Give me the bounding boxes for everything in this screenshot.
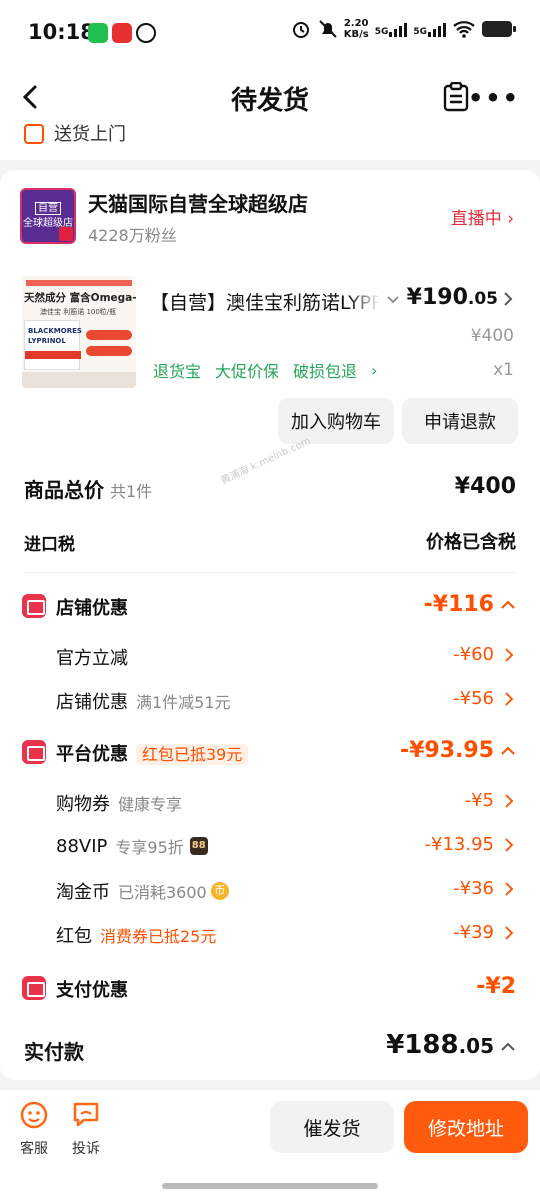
taojinbi-sub: 已消耗3600 [118, 883, 207, 902]
chevron-up-icon[interactable] [500, 744, 516, 758]
discount-item-taojinbi: 淘金币 已消耗3600 币 [56, 878, 229, 904]
discount-value-taojinbi: -¥36 [453, 878, 494, 899]
shop-logo[interactable]: 自营 全球超级店 [20, 188, 76, 244]
chevron-right-icon[interactable] [504, 881, 514, 897]
discount-value-store: -¥56 [453, 688, 494, 709]
watermark: 黄浦海 k.melnb.com [219, 435, 313, 488]
discount-value-88vip: -¥13.95 [424, 834, 494, 855]
store-discount-rule: 满1件减51元 [136, 693, 231, 712]
delivery-option-strip: 送货上门 [0, 118, 540, 160]
chevron-right-icon[interactable] [502, 291, 514, 307]
divider [24, 572, 516, 573]
signal-sim1: 5G [375, 21, 408, 37]
customer-service-icon [20, 1101, 48, 1129]
product-title[interactable]: 【自营】澳佳宝利筋诺LYPRINOL [150, 288, 380, 315]
product-box: BLACKMORES LYPRINOL [24, 320, 82, 370]
import-tax-label: 进口税 [24, 535, 75, 555]
payment-discount-title: 支付优惠 [56, 980, 128, 1001]
payment-discount-value: -¥2 [476, 974, 516, 999]
request-refund-button[interactable]: 申请退款 [402, 398, 518, 444]
coupon-sub: 健康专享 [118, 795, 183, 814]
live-link[interactable]: 直播中 › [451, 204, 514, 229]
total-price-label: 商品总价 共1件 [24, 478, 153, 502]
original-price: ¥400 [470, 326, 514, 346]
product-image-headline: 天然成分 富含Omega-3 [24, 292, 136, 304]
more-menu-icon[interactable]: ••• [468, 84, 520, 112]
battery-icon [482, 21, 516, 37]
discount-item-official: 官方立减 [56, 648, 128, 669]
chevron-right-icon[interactable] [504, 793, 514, 809]
customer-service-button[interactable]: 客服 [14, 1100, 54, 1158]
checkbox-icon[interactable] [24, 124, 44, 144]
discount-value-official: -¥60 [453, 644, 494, 665]
live-tag-icon [59, 227, 73, 241]
customer-service-label: 客服 [20, 1141, 48, 1157]
service-returns: 退货宝 [153, 362, 202, 381]
product-quantity: x1 [493, 360, 514, 380]
alarm-icon [292, 22, 309, 38]
delivery-option-label: 送货上门 [54, 124, 126, 145]
status-right: 2.20 KB/s 5G 5G [290, 18, 516, 40]
product-image[interactable]: 天然成分 富含Omega-3 澳佳宝 利筋诺 100粒/瓶 BLACKMORES… [22, 276, 136, 388]
actual-payment-value: ¥188.05 [386, 1030, 494, 1060]
status-bar: 10:18 2.20 KB/s 5G 5G [0, 0, 540, 62]
signal-sim2: 5G [413, 21, 446, 37]
redpack-sub: 消费券已抵25元 [100, 927, 217, 946]
qq-icon [136, 23, 156, 43]
import-tax-value: 价格已含税 [426, 532, 516, 553]
payment-discount-icon [22, 976, 46, 1000]
wifi-icon [453, 21, 475, 38]
store-discount-icon [22, 594, 46, 618]
chevron-right-icon[interactable] [504, 837, 514, 853]
weibo-icon [112, 23, 132, 43]
total-price-value: ¥400 [454, 474, 516, 499]
service-damage-return: 破损包退 [293, 362, 358, 381]
chevron-up-icon[interactable] [500, 598, 516, 612]
wechat-icon [88, 23, 108, 43]
chevron-down-icon[interactable] [386, 292, 400, 306]
chevron-right-icon[interactable] [504, 691, 514, 707]
discount-item-88vip: 88VIP 专享95折 88 [56, 834, 208, 858]
shop-name[interactable]: 天猫国际自营全球超级店 [88, 188, 308, 217]
discount-item-coupon: 购物券 健康专享 [56, 790, 182, 816]
order-card: 自营 全球超级店 天猫国际自营全球超级店 4228万粉丝 直播中 › 天然成分 … [0, 170, 540, 1080]
urge-shipping-button[interactable]: 催发货 [270, 1101, 394, 1153]
order-clipboard-icon[interactable] [442, 82, 470, 112]
chevron-right-icon[interactable] [504, 925, 514, 941]
coin-icon: 币 [210, 882, 229, 900]
store-discount-title: 店铺优惠 [56, 598, 128, 619]
shop-fans: 4228万粉丝 [88, 226, 177, 245]
service-guarantees[interactable]: 退货宝 大促价保 破损包退 › [153, 358, 377, 382]
complaint-button[interactable]: 投诉 [66, 1100, 106, 1158]
chevron-up-icon[interactable] [500, 1040, 516, 1054]
discount-item-store: 店铺优惠 满1件减51元 [56, 688, 231, 714]
complaint-label: 投诉 [72, 1141, 100, 1157]
product-brand-name: LYPRINOL [28, 337, 66, 345]
change-address-button[interactable]: 修改地址 [404, 1101, 528, 1153]
store-discount-total: -¥116 [423, 592, 494, 617]
mute-bell-icon [318, 20, 337, 38]
redpack-tag: 红包已抵39元 [136, 744, 249, 765]
product-brand: BLACKMORES [28, 327, 82, 335]
status-time: 10:18 [28, 20, 95, 44]
discount-item-redpack: 红包 消费券已抵25元 [56, 922, 216, 948]
product-image-subline: 澳佳宝 利筋诺 100粒/瓶 [40, 308, 117, 316]
product-price: ¥190.05 [406, 285, 498, 310]
vip-sub: 专享95折 [115, 838, 184, 857]
chevron-right-icon[interactable] [504, 647, 514, 663]
home-indicator[interactable] [162, 1183, 378, 1189]
vip-badge-icon: 88 [189, 837, 208, 855]
platform-discount-total: -¥93.95 [399, 738, 494, 763]
actual-payment-label: 实付款 [24, 1040, 84, 1064]
complaint-icon [73, 1102, 99, 1127]
platform-discount-icon [22, 740, 46, 764]
net-speed: 2.20 KB/s [343, 18, 369, 40]
total-count: 共1件 [110, 482, 153, 501]
discount-value-coupon: -¥5 [464, 790, 494, 811]
discount-value-redpack: -¥39 [453, 922, 494, 943]
platform-discount-title: 平台优惠 红包已抵39元 [56, 740, 249, 766]
service-price-protect: 大促价保 [215, 362, 280, 381]
